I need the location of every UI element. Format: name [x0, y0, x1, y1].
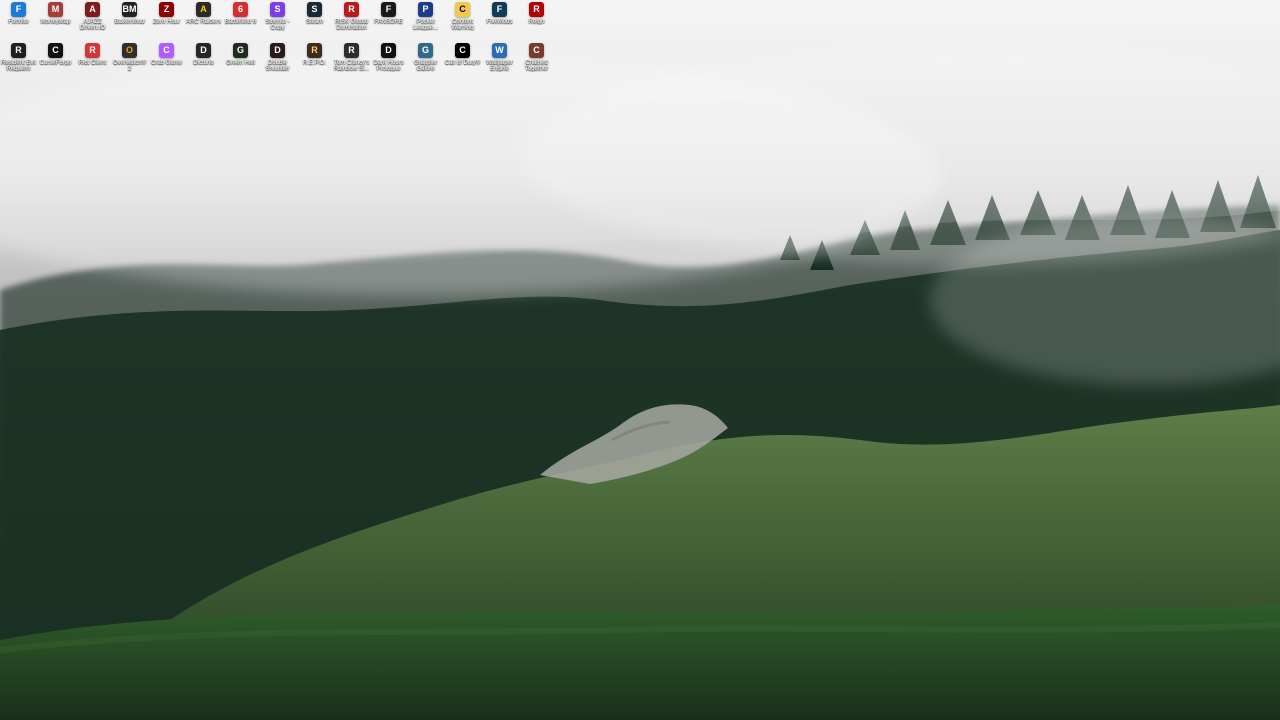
fivemods-icon: F: [492, 2, 507, 17]
desktop-icon-label: Grappler Galore: [413, 60, 438, 72]
desktop-icon-wallpaper-engine[interactable]: W Wallpaper Engine: [481, 43, 518, 83]
desktop-icon-curseforge[interactable]: C CurseForge: [37, 43, 74, 83]
wallpaper-engine-icon: W: [492, 43, 507, 58]
crab-game-icon: C: [159, 43, 174, 58]
fortnite-icon: F: [11, 2, 26, 17]
moneymap-icon: M: [48, 2, 63, 17]
desktop-icon-label: Green Hell: [226, 60, 255, 66]
call-of-duty-icon: C: [455, 43, 470, 58]
stremio-icon: S: [270, 2, 285, 17]
desktop-icon-repo[interactable]: R R.E.P.O.: [296, 43, 333, 83]
wallpaper-landscape: [0, 0, 1280, 720]
dicturio-icon: D: [196, 43, 211, 58]
desktop-icon-riot-client[interactable]: R Riot Client: [74, 43, 111, 83]
desktop-icon-label: BalkenMod: [114, 19, 145, 25]
content-warning-icon: C: [455, 2, 470, 17]
desktop-icon-risk-global-domination[interactable]: R RISK Global Domination: [333, 2, 370, 42]
desktop-icon-resident-evil-requiem[interactable]: R Resident Evil Requiem: [0, 43, 37, 83]
green-hell-icon: G: [233, 43, 248, 58]
desktop-icon-label: Wallpaper Engine: [486, 60, 513, 72]
desktop-icon-label: Overwatch® 2: [112, 60, 147, 72]
desktop-icon-label: Riot Client: [78, 60, 107, 66]
desktop-icon-reign[interactable]: R Reign: [518, 2, 555, 42]
ajazz-icon: A: [85, 2, 100, 17]
desktop-icon-label: Content Warning: [451, 19, 474, 31]
desktop-icon-stremio-copy[interactable]: S Stremio - Copy: [259, 2, 296, 42]
arc-raiders-icon: A: [196, 2, 211, 17]
pocket-league-icon: P: [418, 2, 433, 17]
double-shoulder-icon: D: [270, 43, 285, 58]
risk-icon: R: [344, 2, 359, 17]
desktop-icon-label: Resident Evil Requiem: [0, 60, 36, 72]
desktop-icon-dark-hours-prologue[interactable]: D Dark Hours Prologue: [370, 43, 407, 83]
desktop-icon-label: ARC Raiders: [185, 19, 221, 25]
desktop-icon-double-shoulder[interactable]: D Double Shoulder: [259, 43, 296, 83]
fansore-icon: F: [381, 2, 396, 17]
desktop-icon-overwatch-2[interactable]: O Overwatch® 2: [111, 43, 148, 83]
battlefield-icon: 6: [233, 2, 248, 17]
rainbow-six-icon: R: [344, 43, 359, 58]
desktop-icon-moneymap[interactable]: M MoneyMap: [37, 2, 74, 42]
desktop-icon-label: Tom Clancy's Rainbow Si...: [333, 60, 370, 72]
desktop-icon-label: Dark Hours Prologue: [373, 60, 404, 72]
desktop-icon-label: Pocket League...: [412, 19, 439, 31]
desktop-icon-label: RISK Global Domination: [334, 19, 368, 31]
desktop-icon-content-warning[interactable]: C Content Warning: [444, 2, 481, 42]
desktop-icon-steam[interactable]: S Steam: [296, 2, 333, 42]
desktop-icon-row: R Resident Evil Requiem C CurseForge R R…: [0, 43, 560, 85]
desktop-icon-label: AJAZZ Driven.IO: [79, 19, 106, 31]
desktop-icon-label: Dicturio: [193, 60, 214, 66]
desktop-icon-crab-game[interactable]: C Crab Game: [148, 43, 185, 83]
desktop-icon-ajazz-driven-io[interactable]: A AJAZZ Driven.IO: [74, 2, 111, 42]
desktop-icon-chained-together[interactable]: C Chained Together: [518, 43, 555, 83]
desktop-icon-pocket-league[interactable]: P Pocket League...: [407, 2, 444, 42]
dark-hours-icon: D: [381, 43, 396, 58]
riot-client-icon: R: [85, 43, 100, 58]
desktop-icon-label: Double Shoulder: [265, 60, 290, 72]
desktop-icon-label: Steam: [305, 19, 324, 25]
balkenmod-icon: BM: [122, 2, 137, 17]
desktop-icon-label: Zero Hour: [152, 19, 180, 25]
desktop-icon-rainbow-six-siege[interactable]: R Tom Clancy's Rainbow Si...: [333, 43, 370, 83]
desktop-icon-label: Stremio - Copy: [265, 19, 290, 31]
desktop-icon-label: Reign: [528, 19, 545, 25]
desktop-icon-fansore[interactable]: F FANSORE: [370, 2, 407, 42]
desktop-icon-label: Chained Together: [524, 60, 549, 72]
desktop-icon-row: F Fortnite M MoneyMap A AJAZZ Driven.IO …: [0, 2, 560, 44]
desktop-icon-grappler-galore[interactable]: G Grappler Galore: [407, 43, 444, 83]
wallpaper: [0, 0, 1280, 720]
desktop-icon-green-hell[interactable]: G Green Hell: [222, 43, 259, 83]
reign-icon: R: [529, 2, 544, 17]
desktop-icon-label: CurseForge: [39, 60, 72, 66]
desktop-icon-fivemods[interactable]: F FiveMods: [481, 2, 518, 42]
desktop-icon-balkenmod[interactable]: BM BalkenMod: [111, 2, 148, 42]
desktop-icon-arc-raiders[interactable]: A ARC Raiders: [185, 2, 222, 42]
desktop-icon-battlefield-6[interactable]: 6 Battlefield 6: [222, 2, 259, 42]
curseforge-icon: C: [48, 43, 63, 58]
desktop-icon-label: Crab Game: [150, 60, 182, 66]
resident-evil-icon: R: [11, 43, 26, 58]
zero-hour-icon: Z: [159, 2, 174, 17]
desktop-icon-zero-hour[interactable]: Z Zero Hour: [148, 2, 185, 42]
desktop-icon-call-of-duty[interactable]: C Call of Duty®: [444, 43, 481, 83]
desktop-icon-label: R.E.P.O.: [303, 60, 326, 66]
grappler-galore-icon: G: [418, 43, 433, 58]
desktop-icon-label: Fortnite: [8, 19, 29, 25]
desktop: F Fortnite M MoneyMap A AJAZZ Driven.IO …: [0, 0, 1280, 720]
desktop-icon-label: FANSORE: [374, 19, 403, 25]
desktop-icon-dicturio[interactable]: D Dicturio: [185, 43, 222, 83]
desktop-icon-fortnite[interactable]: F Fortnite: [0, 2, 37, 42]
desktop-icon-label: MoneyMap: [40, 19, 71, 25]
desktop-icon-label: FiveMods: [486, 19, 513, 25]
desktop-icon-label: Battlefield 6: [224, 19, 257, 25]
repo-icon: R: [307, 43, 322, 58]
desktop-icon-label: Call of Duty®: [444, 60, 481, 66]
steam-icon: S: [307, 2, 322, 17]
overwatch-icon: O: [122, 43, 137, 58]
chained-together-icon: C: [529, 43, 544, 58]
